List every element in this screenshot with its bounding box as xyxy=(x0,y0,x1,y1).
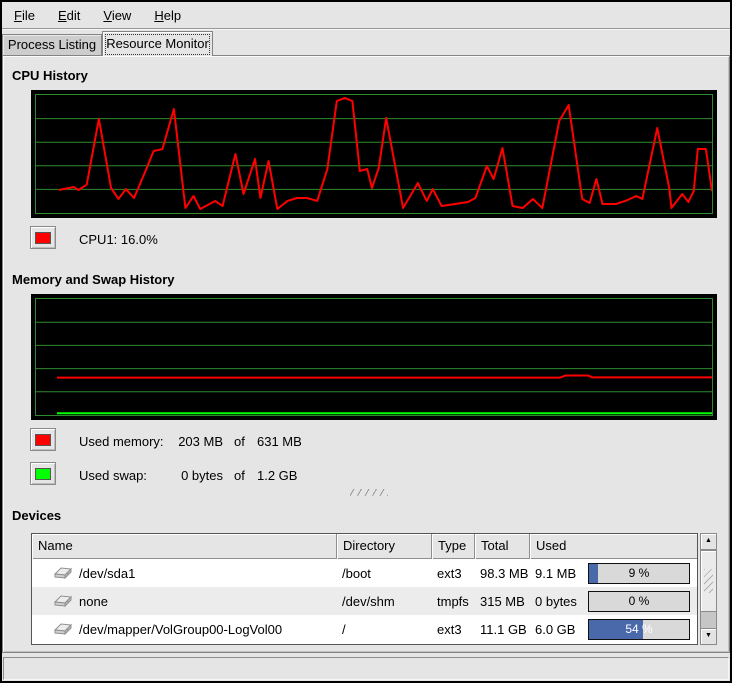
memory-swap-chart xyxy=(31,294,717,420)
swap-used-value: 0 bytes xyxy=(158,468,223,483)
device-used: 6.0 GB xyxy=(535,622,575,637)
scrollbar-grip xyxy=(704,569,713,593)
device-used: 9.1 MB xyxy=(535,566,576,581)
memory-color-swatch xyxy=(35,434,51,446)
device-name: /dev/sda1 xyxy=(79,566,135,581)
device-directory: /dev/shm xyxy=(337,594,432,609)
status-bar xyxy=(3,657,729,680)
cpu-color-swatch xyxy=(35,232,51,244)
header-directory[interactable]: Directory xyxy=(337,534,432,559)
scrollbar-thumb[interactable] xyxy=(701,550,716,612)
usage-bar: 54 % xyxy=(588,619,690,640)
device-total: 315 MB xyxy=(475,594,530,609)
usage-percent-label: 54 % xyxy=(589,620,689,639)
scrollbar-down-button[interactable]: ▼ xyxy=(701,628,716,644)
device-used: 0 bytes xyxy=(535,594,577,609)
device-directory: / xyxy=(337,622,432,637)
paned-resize-grip[interactable] xyxy=(350,489,388,496)
devices-table-header: Name Directory Type Total Used xyxy=(32,534,697,559)
tab-resource-monitor[interactable]: Resource Monitor xyxy=(102,31,213,56)
memory-swap-title: Memory and Swap History xyxy=(12,272,175,287)
device-row-volgroup[interactable]: /dev/mapper/VolGroup00-LogVol00 / ext3 1… xyxy=(32,615,697,643)
memory-used-value: 203 MB xyxy=(158,434,223,449)
cpu-legend-label: CPU1: 16.0% xyxy=(79,232,158,247)
device-row-none[interactable]: none /dev/shm tmpfs 315 MB 0 bytes 0 % xyxy=(32,587,697,615)
usage-bar: 9 % xyxy=(588,563,690,584)
menu-help[interactable]: Help xyxy=(150,5,185,26)
tab-process-listing[interactable]: Process Listing xyxy=(2,34,102,56)
disk-icon xyxy=(53,594,73,608)
swap-total-value: 1.2 GB xyxy=(257,468,297,483)
device-type: ext3 xyxy=(432,566,475,581)
menu-edit[interactable]: Edit xyxy=(54,5,84,26)
header-total[interactable]: Total xyxy=(475,534,530,559)
usage-bar: 0 % xyxy=(588,591,690,612)
device-type: tmpfs xyxy=(432,594,475,609)
disk-icon xyxy=(53,566,73,580)
device-row-sda1[interactable]: /dev/sda1 /boot ext3 98.3 MB 9.1 MB 9 % xyxy=(32,559,697,587)
swap-legend-label: Used swap: xyxy=(79,468,147,483)
swap-of-label: of xyxy=(234,468,245,483)
header-used[interactable]: Used xyxy=(530,534,697,559)
swap-color-swatch xyxy=(35,468,51,480)
memory-total-value: 631 MB xyxy=(257,434,302,449)
header-name[interactable]: Name xyxy=(32,534,337,559)
device-total: 98.3 MB xyxy=(475,566,530,581)
device-directory: /boot xyxy=(337,566,432,581)
header-type[interactable]: Type xyxy=(432,534,475,559)
devices-title: Devices xyxy=(12,508,61,523)
device-name: none xyxy=(79,594,108,609)
usage-percent-label: 0 % xyxy=(589,592,689,611)
device-name: /dev/mapper/VolGroup00-LogVol00 xyxy=(79,622,282,637)
cpu-history-title: CPU History xyxy=(12,68,88,83)
memory-legend-label: Used memory: xyxy=(79,434,164,449)
cpu-color-button[interactable] xyxy=(30,226,56,249)
swap-color-button[interactable] xyxy=(30,462,56,485)
cpu-history-chart xyxy=(31,90,717,218)
menu-file[interactable]: File xyxy=(10,5,39,26)
tab-resource-monitor-label: Resource Monitor xyxy=(106,36,209,51)
menu-view[interactable]: View xyxy=(99,5,135,26)
devices-table: Name Directory Type Total Used /dev/sda1… xyxy=(31,533,698,645)
memory-of-label: of xyxy=(234,434,245,449)
device-type: ext3 xyxy=(432,622,475,637)
disk-icon xyxy=(53,622,73,636)
device-total: 11.1 GB xyxy=(475,622,530,637)
usage-percent-label: 9 % xyxy=(589,564,689,583)
memory-color-button[interactable] xyxy=(30,428,56,451)
devices-scrollbar: ▲ ▼ xyxy=(700,533,717,645)
scrollbar-up-button[interactable]: ▲ xyxy=(701,534,716,550)
menu-bar: File Edit View Help xyxy=(2,2,730,29)
